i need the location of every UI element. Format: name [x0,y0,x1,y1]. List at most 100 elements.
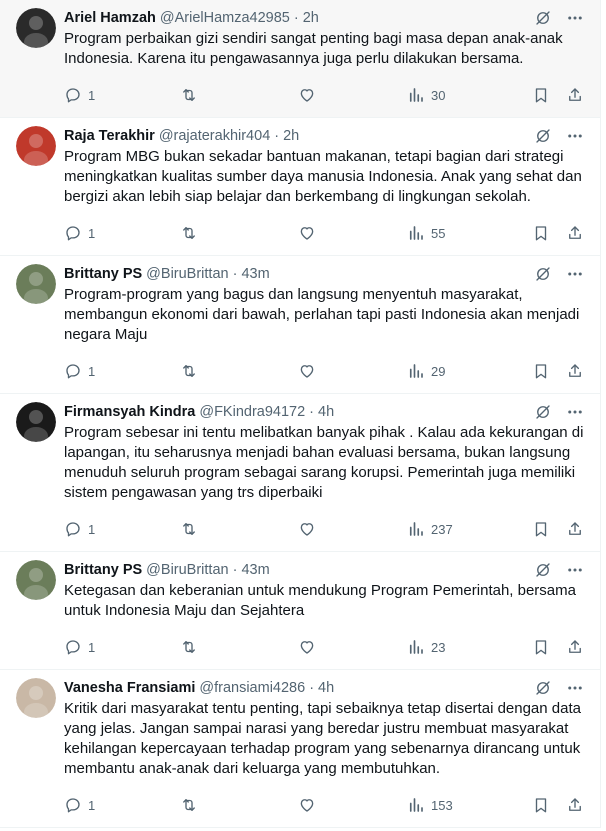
share-button[interactable] [566,362,584,380]
author-handle[interactable]: @BiruBrittan [146,562,228,578]
tweet-content: Raja Terakhir @rajaterakhir404 · 2h Prog… [64,126,584,255]
author-handle[interactable]: @BiruBrittan [146,266,228,282]
share-button[interactable] [566,796,584,814]
reply-button[interactable]: 1 [64,86,180,104]
like-button[interactable] [298,520,407,538]
repost-button[interactable] [180,362,298,380]
tweet-text: Program perbaikan gizi sendiri sangat pe… [64,30,563,67]
tweet[interactable]: Brittany PS @BiruBrittan · 43m Program-p… [0,256,600,394]
views-button[interactable]: 237 [407,520,527,538]
like-button[interactable] [298,796,407,814]
timestamp[interactable]: 4h [318,680,334,696]
tweet-text: Program sebesar ini tentu melibatkan ban… [64,424,584,501]
tweet[interactable]: Vanesha Fransiami @fransiami4286 · 4h Kr… [0,670,600,828]
author-handle[interactable]: @FKindra94172 [199,404,305,420]
timestamp[interactable]: 2h [303,10,319,26]
avatar[interactable] [16,8,56,48]
tweet[interactable]: Raja Terakhir @rajaterakhir404 · 2h Prog… [0,118,600,256]
author-name[interactable]: Brittany PS [64,562,142,578]
grok-icon[interactable] [534,9,552,27]
views-button[interactable]: 23 [407,638,527,656]
share-button[interactable] [566,224,584,242]
reply-count: 1 [88,225,96,241]
like-button[interactable] [298,86,407,104]
repost-button[interactable] [180,520,298,538]
grok-icon[interactable] [534,679,552,697]
repost-button[interactable] [180,638,298,656]
avatar[interactable] [16,678,56,718]
tweet-header: Raja Terakhir @rajaterakhir404 · 2h [64,126,584,146]
reply-button[interactable]: 1 [64,520,180,538]
views-button[interactable]: 55 [407,224,527,242]
like-button[interactable] [298,362,407,380]
more-options-icon[interactable] [566,127,584,145]
views-icon [409,640,423,654]
author-name[interactable]: Vanesha Fransiami [64,680,195,696]
views-icon [409,522,423,536]
bookmark-icon [535,226,547,241]
tweet-header: Brittany PS @BiruBrittan · 43m [64,560,584,580]
grok-icon[interactable] [534,561,552,579]
author-handle[interactable]: @fransiami4286 [199,680,305,696]
timestamp[interactable]: 43m [241,266,269,282]
tweet-header: Ariel Hamzah @ArielHamza42985 · 2h [64,8,584,28]
views-button[interactable]: 29 [407,362,527,380]
reply-button[interactable]: 1 [64,224,180,242]
share-button[interactable] [566,520,584,538]
avatar[interactable] [16,126,56,166]
grok-icon[interactable] [534,403,552,421]
views-count: 30 [431,87,446,103]
author-name[interactable]: Firmansyah Kindra [64,404,195,420]
more-options-icon[interactable] [566,403,584,421]
author-handle[interactable]: @ArielHamza42985 [160,10,290,26]
repost-icon [183,227,195,239]
timestamp[interactable]: 4h [318,404,334,420]
more-options-icon[interactable] [566,265,584,283]
reply-button[interactable]: 1 [64,796,180,814]
tweet[interactable]: Brittany PS @BiruBrittan · 43m Ketegasan… [0,552,600,670]
tweet[interactable]: Firmansyah Kindra @FKindra94172 · 4h Pro… [0,394,600,552]
views-count: 55 [431,225,446,241]
bookmark-button[interactable] [532,86,550,104]
reply-button[interactable]: 1 [64,362,180,380]
bookmark-button[interactable] [532,796,550,814]
share-button[interactable] [566,86,584,104]
repost-button[interactable] [180,796,298,814]
avatar-column [16,126,56,255]
timestamp[interactable]: 43m [241,562,269,578]
heart-icon [300,365,314,378]
timestamp[interactable]: 2h [283,128,299,144]
like-button[interactable] [298,224,407,242]
author-handle[interactable]: @rajaterakhir404 [159,128,270,144]
avatar-column [16,560,56,669]
bookmark-button[interactable] [532,224,550,242]
author-name[interactable]: Brittany PS [64,266,142,282]
tweet-content: Ariel Hamzah @ArielHamza42985 · 2h Progr… [64,8,584,117]
tweet-header-actions [534,561,584,579]
tweet[interactable]: Ariel Hamzah @ArielHamza42985 · 2h Progr… [0,0,600,118]
bookmark-button[interactable] [532,362,550,380]
reply-button[interactable]: 1 [64,638,180,656]
repost-button[interactable] [180,224,298,242]
author-name[interactable]: Raja Terakhir [64,128,155,144]
views-button[interactable]: 153 [407,796,527,814]
views-icon [409,364,423,378]
bookmark-button[interactable] [532,520,550,538]
grok-icon[interactable] [534,127,552,145]
avatar[interactable] [16,560,56,600]
more-options-icon[interactable] [566,679,584,697]
bookmark-icon [535,88,547,103]
author-name[interactable]: Ariel Hamzah [64,10,156,26]
share-button[interactable] [566,638,584,656]
more-options-icon[interactable] [566,9,584,27]
reply-icon [66,798,80,813]
repost-icon [183,365,195,377]
avatar[interactable] [16,402,56,442]
bookmark-button[interactable] [532,638,550,656]
like-button[interactable] [298,638,407,656]
avatar[interactable] [16,264,56,304]
views-button[interactable]: 30 [407,86,527,104]
repost-button[interactable] [180,86,298,104]
grok-icon[interactable] [534,265,552,283]
more-options-icon[interactable] [566,561,584,579]
